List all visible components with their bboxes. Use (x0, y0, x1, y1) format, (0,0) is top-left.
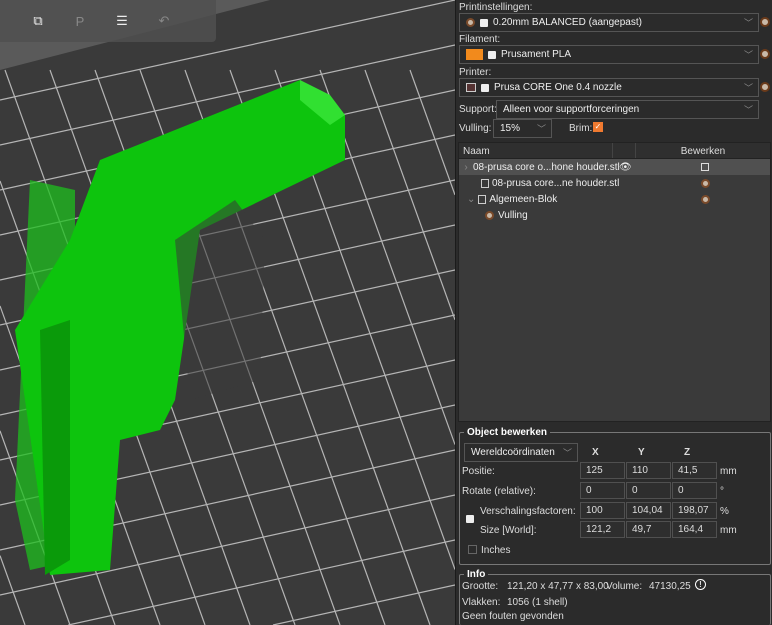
printer-icon (466, 83, 476, 92)
coord-mode-value: Wereldcoördinaten (471, 447, 555, 458)
undo-icon[interactable]: ↶ (150, 7, 178, 35)
edit-icon[interactable] (701, 163, 709, 171)
size-label: Grootte: (462, 581, 499, 592)
printer-select[interactable]: Prusa CORE One 0.4 nozzle ﹀ (459, 78, 759, 97)
axis-x-label: X (592, 447, 599, 458)
gear-icon (485, 210, 494, 220)
list-item[interactable]: › 08-prusa core o...hone houder.stl 👁 (459, 159, 770, 175)
print-settings-select[interactable]: 0.20mm BALANCED (aangepast) ﹀ (459, 13, 759, 32)
support-value: Alleen voor supportforceringen (503, 104, 640, 115)
infill-value: 15% (500, 123, 521, 134)
x-value-input[interactable]: 125 (580, 462, 625, 479)
x-value-input[interactable]: 121,2 (580, 521, 625, 538)
x-value-input[interactable]: 0 (580, 482, 625, 499)
brim-checkbox[interactable]: ✓ (593, 122, 603, 132)
lock-scale-icon[interactable] (466, 515, 474, 523)
item-label: 08-prusa core...ne houder.stl (492, 177, 620, 189)
filament-color-swatch[interactable] (466, 49, 483, 60)
lock-icon (480, 18, 488, 27)
axis-z-label: Z (684, 447, 691, 458)
gear-icon[interactable] (701, 178, 710, 188)
gear-icon (466, 18, 475, 27)
volume-label: Volume: (606, 581, 643, 592)
row-label: Size [World]: (480, 525, 537, 536)
list-item[interactable]: Vulling (459, 207, 770, 223)
lock-icon (481, 83, 489, 92)
warning-icon[interactable]: ! (695, 579, 706, 590)
object-title: Object bewerken (467, 427, 548, 438)
brim-label: Brim: (569, 123, 593, 134)
y-value-input[interactable]: 110 (626, 462, 671, 479)
item-label: 08-prusa core o...hone houder.stl (473, 161, 620, 173)
printer-label: Printer: (459, 67, 492, 78)
inches-label: Inches (481, 545, 511, 556)
item-label: Vulling (498, 209, 528, 221)
y-value-input[interactable]: 49,7 (626, 521, 671, 538)
facets-value: 1056 (1 shell) (507, 597, 568, 608)
column-edit[interactable]: Bewerken (636, 143, 770, 158)
chevron-down-icon: ﹀ (562, 448, 572, 458)
settings-panel: Printinstellingen: 0.20mm BALANCED (aang… (455, 0, 772, 625)
unit-label: mm (720, 525, 737, 536)
axis-y-label: Y (638, 447, 645, 458)
support-select[interactable]: Alleen voor supportforceringen ﹀ (496, 100, 759, 119)
z-value-input[interactable]: 164,4 (672, 521, 717, 538)
z-value-input[interactable]: 0 (672, 482, 717, 499)
chevron-down-icon: ﹀ (536, 124, 546, 134)
errors-status: Geen fouten gevonden (462, 611, 564, 622)
lock-icon (488, 50, 496, 59)
info-title: Info (467, 569, 486, 580)
infill-select[interactable]: 15% ﹀ (493, 119, 552, 138)
printer-value: Prusa CORE One 0.4 nozzle (494, 82, 622, 93)
filament-value: Prusament PLA (501, 49, 572, 60)
edit-printer-icon[interactable] (760, 82, 770, 92)
print-settings-value: 0.20mm BALANCED (aangepast) (493, 17, 642, 28)
z-value-input[interactable]: 41,5 (672, 462, 717, 479)
unit-label: % (720, 506, 729, 517)
inches-checkbox[interactable] (468, 545, 477, 554)
edit-filament-icon[interactable] (760, 49, 770, 59)
layers-icon[interactable]: ☰ (108, 7, 136, 35)
column-visibility[interactable] (613, 143, 636, 158)
object-list: Naam Bewerken › 08-prusa core o...hone hou… (458, 142, 771, 422)
z-value-input[interactable]: 198,07 (672, 502, 717, 519)
column-name[interactable]: Naam (459, 143, 613, 158)
coord-mode-select[interactable]: Wereldcoördinaten ﹀ (464, 443, 578, 462)
list-item[interactable]: 08-prusa core...ne houder.stl (459, 175, 770, 191)
unit-label: ° (720, 486, 724, 497)
filament-select[interactable]: Prusament PLA ﹀ (459, 45, 759, 64)
list-item[interactable]: ⌄ Algemeen-Blok (459, 191, 770, 207)
row-label: Positie: (462, 466, 495, 477)
part-icon (481, 178, 489, 188)
filament-label: Filament: (459, 34, 501, 45)
size-value: 121,20 x 47,77 x 83,00 (507, 581, 609, 592)
facets-label: Vlakken: (462, 597, 501, 608)
chevron-down-icon: ﹀ (743, 18, 753, 28)
chevron-down-icon: ﹀ (743, 105, 753, 115)
row-label: Verschalingsfactoren: (480, 506, 576, 517)
unit-label: mm (720, 466, 737, 477)
chevron-down-icon: ﹀ (743, 50, 753, 60)
row-label: Rotate (relative): (462, 486, 536, 497)
modifier-icon (478, 194, 487, 204)
volume-value: 47130,25 (649, 581, 691, 592)
3d-viewport[interactable]: ⧉ P ☰ ↶ (0, 0, 455, 625)
print-settings-label: Printinstellingen: (459, 2, 533, 13)
infill-label: Vulling: (459, 123, 492, 134)
support-label: Support: (459, 104, 497, 115)
item-label: Algemeen-Blok (489, 193, 558, 205)
y-value-input[interactable]: 104,04 (626, 502, 671, 519)
eye-icon[interactable]: 👁 (619, 162, 632, 173)
chevron-down-icon: ﹀ (743, 83, 753, 93)
bed-grid (0, 0, 455, 625)
copy-icon[interactable]: ⧉ (24, 7, 52, 35)
gear-icon[interactable] (701, 194, 710, 204)
toolbar: ⧉ P ☰ ↶ (0, 0, 216, 42)
edit-preset-icon[interactable] (760, 17, 770, 27)
paste-icon[interactable]: P (66, 7, 94, 35)
x-value-input[interactable]: 100 (580, 502, 625, 519)
y-value-input[interactable]: 0 (626, 482, 671, 499)
